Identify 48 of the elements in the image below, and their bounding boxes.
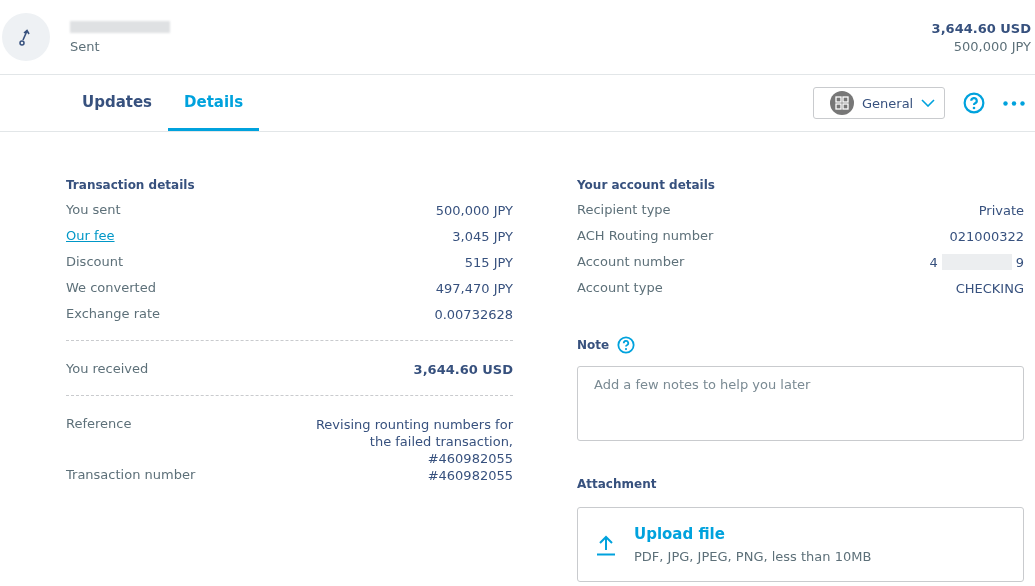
view-dropdown[interactable]: General: [813, 87, 945, 119]
chevron-down-icon: [921, 99, 936, 107]
detail-value: 9: [1015, 254, 1024, 271]
fee-link[interactable]: Our fee: [66, 228, 115, 243]
arrow-icon: [19, 28, 33, 46]
received-amount: 3,644.60 USD: [931, 20, 1031, 36]
sent-amount: 500,000 JPY: [953, 38, 1031, 54]
note-title: Note: [577, 338, 610, 352]
detail-label: Discount: [66, 254, 124, 269]
detail-label: Account number: [577, 254, 685, 269]
detail-value: Revising rounting numbers for the failed transaction, #460982055: [314, 416, 513, 467]
detail-value: 3,045 JPY: [452, 228, 513, 245]
detail-value: 3,644.60 USD: [413, 361, 513, 378]
note-field[interactable]: Add a few notes to help you later: [577, 366, 1024, 441]
detail-label: Account type: [577, 280, 663, 295]
detail-value: 497,470 JPY: [435, 280, 513, 297]
help-button[interactable]: [963, 92, 985, 114]
upload-icon: [596, 533, 616, 556]
detail-label: We converted: [66, 280, 156, 295]
section-title: Your account details: [577, 178, 716, 192]
more-button[interactable]: [1003, 100, 1025, 106]
upload-area[interactable]: Upload file PDF, JPG, JPEG, PNG, less than 10MB: [577, 507, 1024, 582]
detail-label: ACH Routing number: [577, 228, 714, 243]
upload-hint: PDF, JPG, JPEG, PNG, less than 10MB: [634, 549, 872, 564]
detail-value: 515 JPY: [464, 254, 513, 271]
upload-title: Upload file: [634, 525, 726, 543]
detail-value: 0.00732628: [434, 306, 513, 323]
tab[interactable]: Updates: [66, 75, 169, 131]
detail-label: Transaction number: [66, 467, 196, 482]
detail-label: You received: [66, 361, 149, 376]
grid-icon: [830, 91, 854, 115]
detail-label: Exchange rate: [66, 306, 161, 321]
detail-value: Private: [978, 202, 1024, 219]
detail-label: You sent: [66, 202, 121, 217]
help-icon: [963, 92, 985, 114]
detail-label: Reference: [66, 416, 132, 431]
detail-value: 021000322: [949, 228, 1024, 245]
detail-value: 4: [929, 254, 938, 271]
section-title: Transaction details: [66, 178, 196, 192]
detail-value: 500,000 JPY: [435, 202, 513, 219]
transfer-status: Sent: [70, 38, 101, 54]
detail-label: Recipient type: [577, 202, 671, 217]
detail-value: #460982055: [427, 467, 513, 484]
detail-value: CHECKING: [955, 280, 1024, 297]
more-icon: [1003, 100, 1025, 106]
attachment-title: Attachment: [577, 477, 658, 491]
tab[interactable]: Details: [168, 75, 260, 131]
help-icon: [617, 336, 636, 354]
